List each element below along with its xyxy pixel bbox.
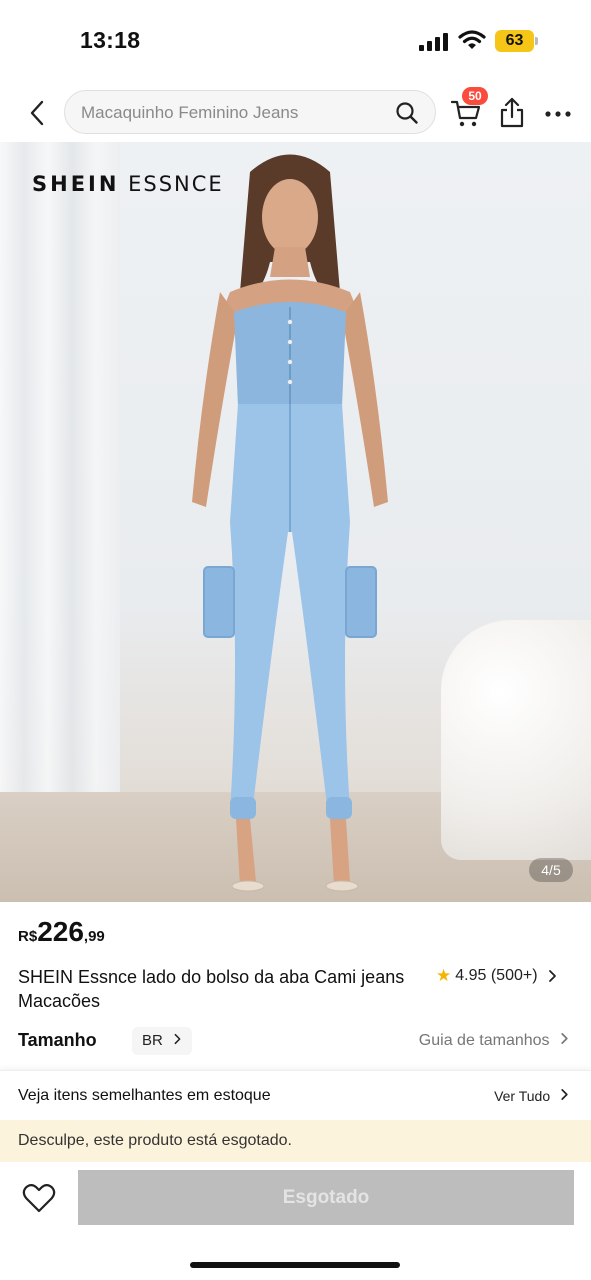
size-region-label: BR: [142, 1032, 163, 1049]
cart-badge: 50: [462, 87, 488, 105]
product-price: R$226,99: [18, 916, 105, 948]
similar-items-text: Veja itens semelhantes em estoque: [18, 1087, 271, 1104]
star-icon: ★: [436, 966, 452, 985]
chevron-right-icon: [174, 1033, 181, 1045]
wifi-icon: [458, 29, 486, 51]
search-placeholder: Macaquinho Feminino Jeans: [81, 103, 299, 122]
chevron-right-icon: [561, 1033, 568, 1044]
size-region-selector[interactable]: BR: [132, 1027, 193, 1055]
sold-out-button[interactable]: Esgotado: [78, 1170, 574, 1225]
product-title: SHEIN Essnce lado do bolso da aba Cami j…: [18, 967, 405, 1011]
price-decimal: ,99: [83, 928, 105, 945]
back-arrow-icon: [30, 100, 44, 126]
size-label: Tamanho: [18, 1030, 97, 1050]
price-currency: R$: [18, 928, 38, 945]
more-icon: [545, 111, 571, 117]
heart-icon: [22, 1184, 56, 1213]
top-nav-bar: Macaquinho Feminino Jeans 50: [0, 84, 591, 142]
see-all-link[interactable]: Ver Tudo: [494, 1088, 569, 1104]
curtain-background: [0, 142, 120, 882]
chevron-right-icon: [561, 1089, 568, 1100]
product-image-gallery[interactable]: SHEIN ESSNCE 4/5: [0, 142, 591, 902]
sold-out-notice: Desculpe, este produto está esgotado.: [0, 1120, 591, 1162]
more-button[interactable]: [543, 104, 573, 124]
rating-link[interactable]: ★ 4.95 (500+): [436, 966, 557, 986]
rating-value: 4.95: [455, 967, 487, 984]
share-button[interactable]: [497, 96, 527, 130]
search-input[interactable]: Macaquinho Feminino Jeans: [64, 90, 436, 134]
sold-out-notice-text: Desculpe, este produto está esgotado.: [18, 1132, 292, 1149]
brand-logo-shein: SHEIN: [32, 172, 120, 196]
home-indicator: [190, 1262, 400, 1268]
battery-level: 63: [495, 30, 534, 52]
wishlist-button[interactable]: [22, 1182, 56, 1214]
back-button[interactable]: [22, 96, 52, 130]
similar-items-bar[interactable]: Veja itens semelhantes em estoque Ver Tu…: [0, 1070, 591, 1120]
signal-icon: [419, 33, 449, 51]
size-guide-link[interactable]: Guia de tamanhos: [419, 1032, 569, 1050]
chevron-right-icon: [548, 970, 556, 982]
status-bar: 13:18 63: [0, 0, 591, 80]
status-time: 13:18: [80, 27, 141, 53]
rating-count: (500+): [490, 967, 538, 984]
model-photo: [192, 154, 388, 892]
search-icon[interactable]: [395, 101, 419, 125]
sofa-background: [441, 620, 591, 860]
price-integer: 226: [37, 916, 84, 947]
size-guide-label: Guia de tamanhos: [418, 1032, 550, 1049]
share-icon: [500, 97, 524, 128]
battery-icon: 63: [495, 30, 539, 52]
gallery-page-indicator: 4/5: [529, 858, 573, 882]
see-all-label: Ver Tudo: [494, 1088, 551, 1104]
